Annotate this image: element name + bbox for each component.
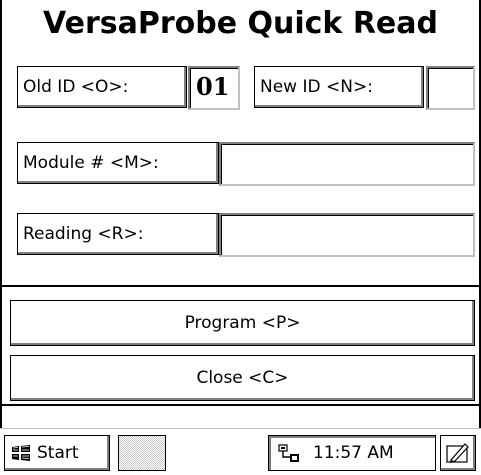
app-title: VersaProbe Quick Read: [43, 6, 438, 41]
reading-field[interactable]: [219, 213, 475, 257]
start-label: Start: [37, 443, 79, 463]
new-id-label: New ID <N>:: [254, 66, 424, 108]
clock[interactable]: 11:57 AM: [313, 436, 394, 470]
task-button[interactable]: [118, 435, 166, 471]
old-id-label: Old ID <O>:: [17, 66, 187, 108]
reading-label: Reading <R>:: [17, 213, 219, 255]
bottom-border-line: [2, 404, 479, 406]
taskbar: Start 11:57 AM: [0, 428, 481, 475]
new-id-field[interactable]: [426, 66, 475, 110]
input-panel-icon: [446, 443, 469, 463]
network-connection-icon[interactable]: [277, 444, 301, 464]
program-button[interactable]: Program <P>: [10, 300, 475, 346]
windows-flag-icon: [12, 445, 30, 461]
module-field[interactable]: [219, 142, 475, 186]
input-panel-button[interactable]: [440, 435, 476, 471]
close-button[interactable]: Close <C>: [10, 355, 475, 401]
separator-line: [2, 285, 479, 287]
start-button[interactable]: Start: [4, 435, 110, 471]
module-label: Module # <M>:: [17, 142, 219, 184]
old-id-field[interactable]: 01: [188, 66, 240, 110]
app-window: VersaProbe Quick Read Old ID <O>: 01 New…: [0, 0, 481, 428]
system-tray: 11:57 AM: [268, 435, 436, 471]
